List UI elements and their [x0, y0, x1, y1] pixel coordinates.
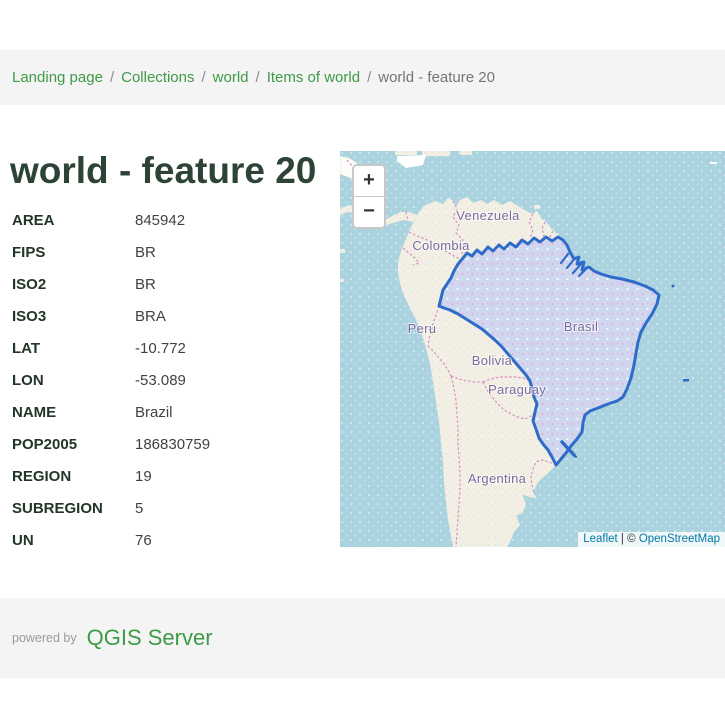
breadcrumb-link-collections[interactable]: Collections	[121, 69, 194, 86]
leaflet-link[interactable]: Leaflet	[583, 533, 618, 545]
island	[422, 151, 450, 156]
attr-key: ISO3	[12, 308, 135, 325]
attr-value: 186830759	[135, 436, 328, 453]
attr-key: POP2005	[12, 436, 135, 453]
island	[340, 279, 344, 282]
map-label-colombia: Colombia	[412, 238, 470, 253]
breadcrumb-separator: /	[367, 69, 371, 86]
attr-value: BR	[135, 276, 328, 293]
table-row: SUBREGION5	[12, 492, 328, 524]
feature-attribute-table: AREA845942 FIPSBR ISO2BR ISO3BRA LAT-10.…	[12, 204, 328, 556]
attr-value: 845942	[135, 212, 328, 229]
attr-value: 76	[135, 532, 328, 549]
island-trinidad	[534, 205, 540, 209]
leaflet-map[interactable]: Venezuela Colombia Perú Bolivia Paraguay…	[340, 151, 725, 547]
island-offshore	[683, 379, 689, 382]
openstreetmap-link[interactable]: OpenStreetMap	[639, 533, 720, 545]
attr-key: UN	[12, 532, 135, 549]
map-label-venezuela: Venezuela	[456, 208, 520, 223]
island	[340, 249, 345, 253]
table-row: LAT-10.772	[12, 332, 328, 364]
attribution-divider: |	[621, 533, 624, 545]
island	[710, 162, 717, 164]
table-row: ISO3BRA	[12, 300, 328, 332]
table-row: REGION19	[12, 460, 328, 492]
breadcrumb-link-items-of-world[interactable]: Items of world	[267, 69, 360, 86]
table-row: NAMEBrazil	[12, 396, 328, 428]
map-label-paraguay: Paraguay	[488, 382, 546, 397]
table-row: UN76	[12, 524, 328, 556]
table-row: AREA845942	[12, 204, 328, 236]
breadcrumb-separator: /	[256, 69, 260, 86]
map-zoom-control: + −	[352, 164, 386, 229]
powered-by-label: powered by	[12, 631, 77, 645]
attr-value: BR	[135, 244, 328, 261]
attr-key: SUBREGION	[12, 500, 135, 517]
attr-value: 19	[135, 468, 328, 485]
attr-value: -10.772	[135, 340, 328, 357]
copyright-symbol: ©	[627, 533, 635, 545]
breadcrumb-link-landing-page[interactable]: Landing page	[12, 69, 103, 86]
page-title: world - feature 20	[10, 150, 316, 192]
attr-key: NAME	[12, 404, 135, 421]
attr-key: LON	[12, 372, 135, 389]
qgis-feature-page: Landing page / Collections / world / Ite…	[0, 0, 725, 725]
table-row: POP2005186830759	[12, 428, 328, 460]
table-row: LON-53.089	[12, 364, 328, 396]
attr-key: REGION	[12, 468, 135, 485]
island	[395, 151, 417, 155]
map-label-peru: Perú	[408, 321, 437, 336]
attr-value: 5	[135, 500, 328, 517]
breadcrumb-current-item: world - feature 20	[378, 69, 495, 86]
map-label-argentina: Argentina	[468, 471, 527, 486]
attr-value: Brazil	[135, 404, 328, 421]
zoom-in-button[interactable]: +	[354, 166, 384, 197]
table-row: FIPSBR	[12, 236, 328, 268]
breadcrumb-separator: /	[110, 69, 114, 86]
attr-value: BRA	[135, 308, 328, 325]
attr-key: ISO2	[12, 276, 135, 293]
table-row: ISO2BR	[12, 268, 328, 300]
attr-key: AREA	[12, 212, 135, 229]
breadcrumb: Landing page / Collections / world / Ite…	[0, 50, 725, 105]
map-attribution: Leaflet | © OpenStreetMap	[578, 532, 725, 547]
map-label-brasil: Brasil	[564, 319, 598, 334]
attr-value: -53.089	[135, 372, 328, 389]
breadcrumb-separator: /	[201, 69, 205, 86]
island-offshore	[672, 285, 675, 288]
zoom-out-button[interactable]: −	[354, 197, 384, 227]
map-label-bolivia: Bolivia	[472, 353, 513, 368]
attr-key: LAT	[12, 340, 135, 357]
attr-key: FIPS	[12, 244, 135, 261]
map-canvas: Venezuela Colombia Perú Bolivia Paraguay…	[340, 151, 725, 547]
breadcrumb-link-world[interactable]: world	[213, 69, 249, 86]
island	[460, 151, 472, 155]
qgis-server-link[interactable]: QGIS Server	[87, 625, 213, 651]
footer: powered by QGIS Server	[0, 598, 725, 678]
